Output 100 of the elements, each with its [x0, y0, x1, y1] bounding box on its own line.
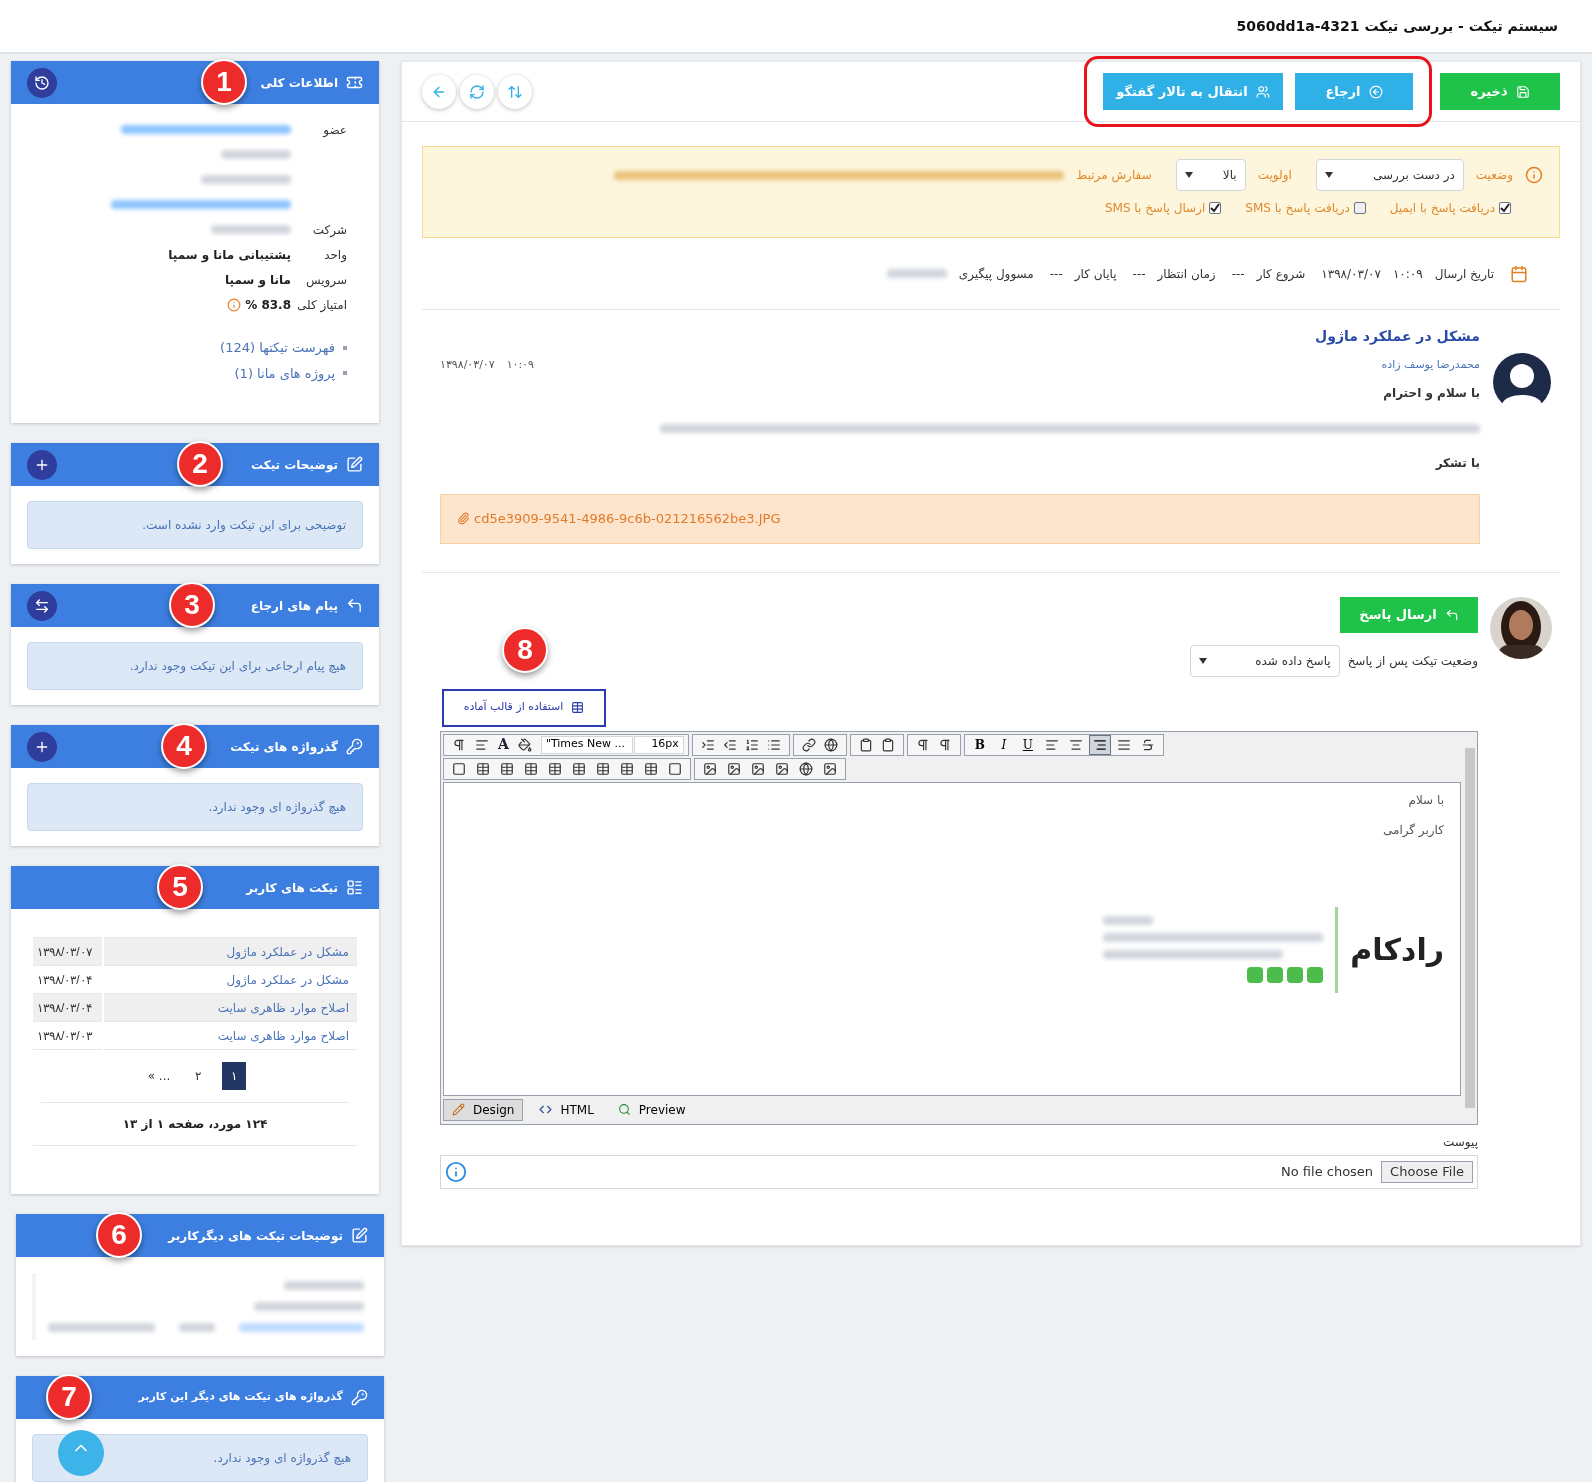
- annotation-marker: 3: [169, 582, 215, 628]
- editor-mode-tab[interactable]: Preview: [609, 1098, 694, 1121]
- swap-icon: [34, 597, 50, 614]
- panel-title: اطلاعات کلی: [260, 74, 338, 92]
- editor-body[interactable]: با سلام کاربر گرامی رادکام: [443, 781, 1461, 1096]
- social-icon: [1287, 967, 1304, 983]
- align-icon[interactable]: [1088, 734, 1111, 755]
- calendar-icon: [1510, 264, 1528, 283]
- up-down-arrow-icon: [507, 83, 523, 100]
- annotation-marker: 1: [201, 59, 247, 105]
- priority-label: اولویت: [1257, 167, 1292, 184]
- field-value: مانا و سمپا: [225, 271, 291, 289]
- file-status: No file chosen: [1281, 1162, 1374, 1181]
- signature-logo: رادکام: [1350, 931, 1444, 970]
- format-button[interactable]: U: [1016, 735, 1039, 754]
- message-time: ۱۰:۰۹: [506, 357, 535, 373]
- sidebar-link[interactable]: پروژه های مانا (1): [234, 363, 335, 383]
- checkbox-label: ارسال پاسخ با SMS: [1104, 200, 1206, 217]
- font-color-button[interactable]: A: [494, 734, 513, 755]
- meta-value: ۱۳۹۸/۰۳/۰۷: [1321, 265, 1381, 283]
- history-icon: [34, 74, 50, 91]
- save-icon: [1515, 84, 1530, 99]
- bullet-icon: [343, 371, 347, 376]
- notice-message: هیچ گذرواژه ای وجود ندارد.: [32, 1434, 368, 1482]
- message-author: محمدرضا یوسف زاده: [1381, 357, 1480, 373]
- checkbox[interactable]: [1353, 202, 1366, 214]
- users-icon: [1255, 84, 1270, 99]
- swap-button[interactable]: [27, 590, 57, 621]
- annotation-marker: 5: [157, 864, 203, 910]
- status-after-reply-select[interactable]: پاسخ داده شده: [1189, 644, 1340, 677]
- info-icon: [1525, 166, 1543, 184]
- scrollbar-thumb[interactable]: [1465, 747, 1475, 1108]
- sidebar-link[interactable]: فهرست تیکتها (124): [220, 338, 335, 358]
- status-label: وضعیت: [1475, 167, 1513, 184]
- attachment-label: پیوست: [1442, 1133, 1478, 1151]
- related-order-label: سفارش مرتبط: [1076, 167, 1152, 184]
- notice-message: توضیحی برای این تیکت وارد نشده است.: [27, 501, 363, 549]
- message-date: ۱۳۹۸/۰۳/۰۷: [440, 357, 495, 373]
- grid-icon: [571, 701, 585, 714]
- table-cell: ۱۳۹۸/۰۳/۰۴: [33, 993, 103, 1022]
- social-icon: [1267, 967, 1284, 983]
- checkbox[interactable]: [1499, 202, 1511, 214]
- table-cell: اصلاح موارد ظاهری سایت: [103, 1021, 357, 1050]
- reply-icon: [1444, 607, 1459, 622]
- blurred-text: [886, 269, 947, 278]
- page-button[interactable]: « ...: [143, 1062, 175, 1090]
- blurred-text: [221, 150, 291, 159]
- status-select[interactable]: در دست بررسی: [1315, 159, 1464, 191]
- message-paragraph: با تشکر: [1434, 454, 1480, 472]
- ticket-icon: [346, 74, 363, 91]
- size-select[interactable]: 16px: [633, 735, 684, 754]
- message-subject: مشکل در عملکرد ماژول: [1314, 327, 1480, 347]
- field-label: واحد: [324, 247, 347, 262]
- meta-label: تاریخ ارسال: [1434, 265, 1494, 283]
- pagination-summary: ۱۲۴ مورد، صفحه ۱ از ۱۳: [33, 1103, 357, 1146]
- panel-title: توضیحات تیکت: [251, 456, 338, 474]
- format-button[interactable]: I: [992, 735, 1015, 754]
- key-icon: [351, 1389, 368, 1406]
- editor-mode-tab[interactable]: HTML: [531, 1098, 602, 1121]
- meta-value: ۱۰:۰۹: [1392, 265, 1423, 283]
- paperclip-icon: [457, 512, 470, 525]
- window-title: سیستم تیکت - بررسی تیکت 5060dd1a-4321: [1236, 16, 1558, 37]
- caret-icon: [1324, 172, 1333, 178]
- avatar-icon: [1492, 352, 1552, 412]
- font-select[interactable]: "Times New ...: [540, 735, 633, 754]
- page-button[interactable]: ۲: [186, 1062, 211, 1090]
- meta-value: ---: [1049, 265, 1063, 283]
- add-button[interactable]: [27, 731, 57, 762]
- annotation-marker: 2: [177, 441, 223, 487]
- meta-value: ---: [1132, 265, 1146, 283]
- meta-label: زمان انتظار: [1157, 265, 1216, 283]
- add-button[interactable]: [27, 449, 57, 480]
- meta-label: شروع کار: [1256, 265, 1306, 283]
- info-icon: [227, 297, 242, 312]
- table-cell: مشکل در عملکرد ماژول: [103, 937, 357, 966]
- social-icon: [1307, 967, 1324, 983]
- choose-file-button[interactable]: Choose File: [1381, 1160, 1473, 1183]
- meta-label: پایان کار: [1074, 265, 1117, 283]
- panel-title: پیام های ارجاع: [250, 597, 338, 615]
- template-button[interactable]: استفاده از قالب آماده: [442, 688, 606, 727]
- field-label: امتیاز کلی: [297, 297, 347, 312]
- priority-select[interactable]: بالا: [1175, 159, 1246, 191]
- format-button[interactable]: B: [968, 735, 991, 754]
- blurred-text: [1103, 916, 1154, 925]
- checkbox-label: دریافت پاسخ با SMS: [1245, 200, 1350, 217]
- meta-value: ---: [1231, 265, 1245, 283]
- blurred-text: [179, 1323, 215, 1332]
- field-label: شرکت: [312, 222, 347, 237]
- edit-icon: [346, 456, 363, 473]
- editor-text: کاربر گرامی: [1381, 821, 1444, 839]
- table-cell: اصلاح موارد ظاهری سایت: [103, 993, 357, 1022]
- annotation-marker: 4: [161, 723, 207, 769]
- message-paragraph: با سلام و احترام: [1382, 384, 1480, 402]
- editor-mode-tab[interactable]: Design: [443, 1098, 524, 1121]
- checkbox[interactable]: [1209, 202, 1222, 214]
- history-button[interactable]: [27, 67, 57, 98]
- magnifier-icon: [617, 1103, 631, 1116]
- field-label: سرویس: [305, 272, 347, 287]
- key-icon: [346, 738, 363, 755]
- page-button[interactable]: ۱: [222, 1062, 247, 1090]
